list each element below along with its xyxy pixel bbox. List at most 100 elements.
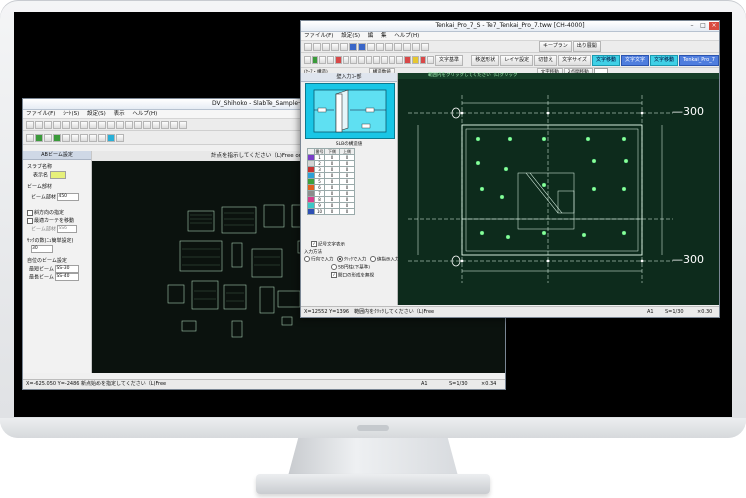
tool-aw-icon[interactable] — [179, 120, 187, 129]
text-icon[interactable] — [80, 133, 88, 142]
new-icon[interactable] — [26, 120, 34, 129]
layout-select[interactable]: 30 — [31, 245, 53, 253]
back-menu-view[interactable]: 表示 — [114, 111, 125, 117]
highlight-icon[interactable] — [411, 56, 419, 64]
measure-icon[interactable] — [427, 56, 434, 64]
circle-icon[interactable] — [342, 56, 350, 64]
open-file-icon[interactable] — [313, 42, 321, 51]
row-cell-a[interactable]: 0 — [324, 208, 340, 215]
circle-6-icon[interactable] — [152, 120, 160, 129]
minimize-icon[interactable]: – — [687, 22, 697, 30]
front-menu-collect[interactable]: 集 — [381, 33, 387, 39]
dim-icon[interactable] — [350, 56, 357, 64]
maximize-icon[interactable]: □ — [698, 22, 708, 30]
slab-icon[interactable] — [107, 133, 115, 142]
hatch-icon[interactable] — [357, 56, 365, 64]
erase-icon[interactable] — [62, 133, 70, 142]
grid2-icon[interactable] — [311, 56, 319, 64]
line-icon[interactable] — [319, 56, 327, 64]
pointer-icon[interactable] — [304, 56, 311, 64]
show-symbol-checkbox[interactable]: ✓ — [311, 241, 317, 247]
tool-e-icon[interactable] — [403, 42, 411, 51]
col-icon[interactable] — [365, 56, 373, 64]
radio-row-input[interactable] — [304, 256, 310, 262]
beam2-icon[interactable] — [396, 56, 404, 64]
text-move2-button[interactable]: 文字移動 — [650, 54, 679, 66]
wall-icon[interactable] — [373, 56, 381, 64]
front-menu-file[interactable]: ファイル(F) — [304, 33, 333, 39]
front-menu-settings[interactable]: 設定(S) — [341, 33, 360, 39]
toggle-button[interactable]: 切替え — [534, 54, 558, 66]
front-drawing-canvas[interactable]: —300 —300 — [398, 73, 719, 305]
project-name-button[interactable]: Tenkai_Pro_7 — [679, 54, 719, 66]
opt-diagonal-checkbox[interactable] — [27, 209, 33, 216]
back-menu-sheet[interactable]: ｼｰﾄ(S) — [63, 111, 79, 117]
circle-7-icon[interactable] — [161, 120, 169, 129]
back-menu-help[interactable]: ヘルプ(H) — [132, 111, 157, 117]
save-file-icon[interactable] — [322, 42, 330, 51]
row-cell-b[interactable]: 0 — [339, 208, 355, 215]
slab-color-swatch[interactable] — [49, 171, 66, 179]
rect-icon[interactable] — [327, 56, 334, 64]
zoom-icon[interactable] — [89, 120, 97, 129]
redo-icon[interactable] — [71, 120, 79, 129]
opt-curtain-checkbox[interactable] — [27, 217, 33, 224]
tool-a-icon[interactable] — [367, 42, 375, 51]
print-icon[interactable] — [53, 120, 61, 129]
blue-tool-1-icon[interactable] — [349, 42, 357, 51]
beam-icon[interactable] — [98, 133, 106, 142]
tool-d-icon[interactable] — [394, 42, 402, 51]
text-move-button[interactable]: 文字移動 — [592, 54, 621, 66]
row-color-swatch[interactable] — [307, 208, 315, 215]
new-file-icon[interactable] — [304, 42, 312, 51]
radio-click-input[interactable] — [336, 256, 343, 262]
shape-move-button[interactable]: 移送形状 — [471, 54, 500, 66]
tool-c-icon[interactable] — [385, 42, 393, 51]
top-beam-select[interactable]: SS-30 — [55, 265, 80, 273]
move-icon[interactable] — [89, 133, 97, 142]
undo-icon[interactable] — [62, 120, 70, 129]
circle-3-icon[interactable] — [125, 120, 133, 129]
radio-sb-column[interactable] — [331, 264, 337, 270]
open-icon[interactable] — [35, 120, 43, 129]
bottom-beam-select[interactable]: SS-40 — [55, 273, 80, 281]
expand-button[interactable]: 出り展開 — [572, 41, 601, 52]
text-text-button[interactable]: 文字文字 — [621, 54, 650, 66]
circle-1-icon[interactable] — [107, 120, 115, 129]
stair-icon[interactable] — [388, 56, 396, 64]
text-size-button[interactable]: 文字サイズ — [558, 54, 591, 66]
layer-settings-button[interactable]: レイヤ設定 — [500, 54, 534, 66]
grid-icon[interactable] — [98, 120, 106, 129]
blue-tool-2-icon[interactable] — [358, 42, 366, 51]
mark-icon[interactable] — [404, 56, 411, 64]
redo2-icon[interactable] — [340, 42, 348, 51]
circle-8-icon[interactable] — [170, 120, 178, 129]
undo2-icon[interactable] — [331, 42, 339, 51]
back-menu-settings[interactable]: 設定(S) — [87, 111, 106, 117]
tool-g-icon[interactable] — [421, 42, 429, 51]
front-menu-edit[interactable]: 編 — [368, 33, 374, 39]
circle-4-icon[interactable] — [134, 120, 142, 129]
beam-material-select[interactable]: 450 — [57, 193, 80, 201]
key-plan-button[interactable]: キープラン — [539, 41, 572, 52]
text-red-icon[interactable] — [419, 56, 427, 64]
layer-icon[interactable] — [35, 133, 43, 142]
circle-5-icon[interactable] — [143, 120, 151, 129]
select-icon[interactable] — [26, 133, 34, 142]
beam-type-select[interactable]: SS6 — [57, 225, 78, 233]
text-base-button[interactable]: 文字基準 — [434, 54, 463, 66]
front-menu-help[interactable]: ヘルプ(H) — [394, 33, 419, 39]
home-icon[interactable] — [44, 133, 52, 142]
radio-value-input[interactable] — [369, 256, 376, 262]
circle-2-icon[interactable] — [116, 120, 124, 129]
close-icon[interactable]: × — [709, 22, 719, 30]
tool-b-icon[interactable] — [376, 42, 384, 51]
copy-icon[interactable] — [80, 120, 88, 129]
back-menu-file[interactable]: ファイル(F) — [26, 111, 55, 117]
table-icon[interactable] — [53, 133, 61, 142]
opening-icon[interactable] — [381, 56, 388, 64]
chart-icon[interactable] — [116, 133, 124, 142]
arrow-icon[interactable] — [71, 133, 79, 142]
save-icon[interactable] — [44, 120, 52, 129]
ignore-opening-checkbox[interactable]: ✓ — [331, 272, 337, 278]
